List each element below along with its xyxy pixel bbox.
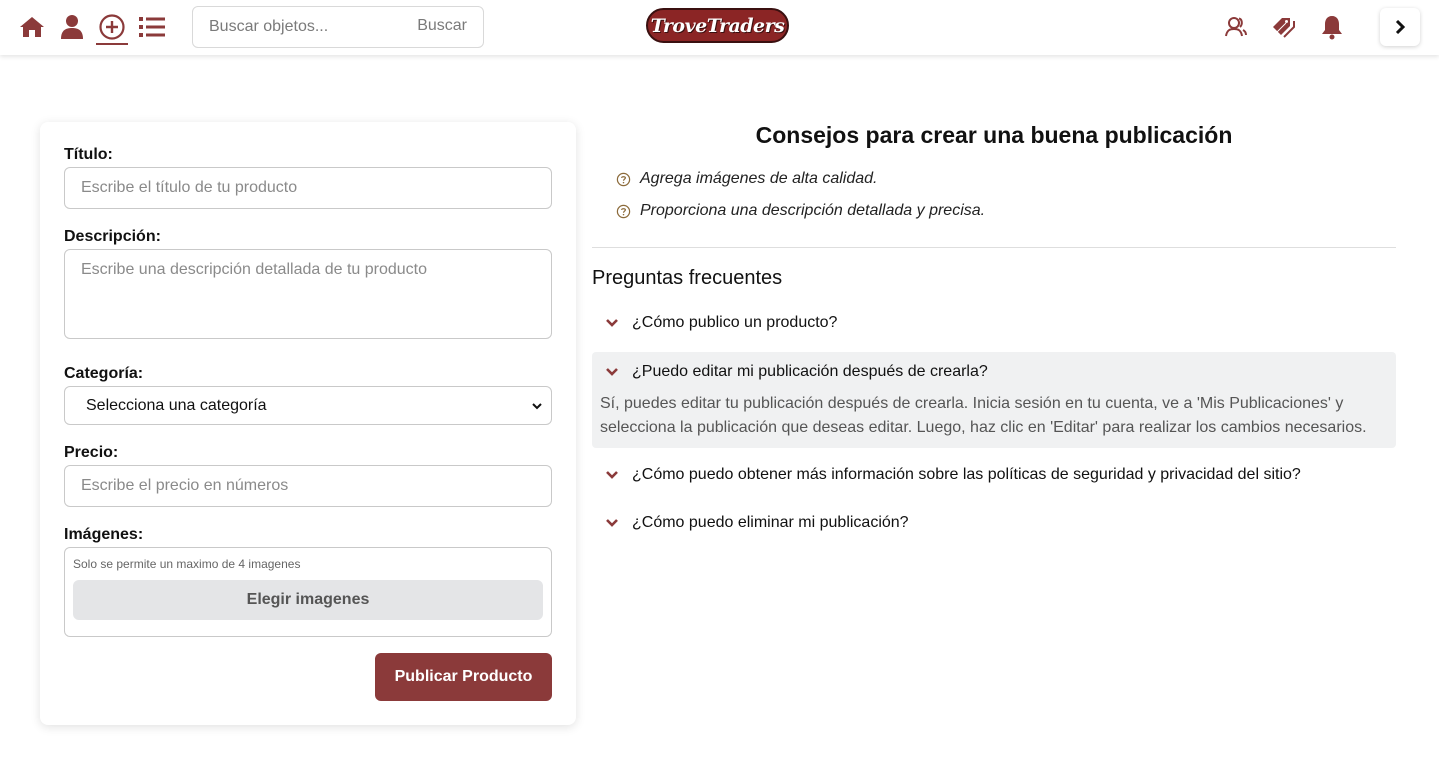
add-circle-icon[interactable]	[96, 14, 128, 45]
search-button[interactable]: Buscar	[417, 17, 467, 35]
title-label: Título:	[64, 146, 113, 163]
home-icon[interactable]	[19, 14, 45, 40]
price-input[interactable]	[64, 465, 552, 507]
category-select[interactable]: Selecciona una categoría	[64, 386, 552, 425]
logo-text: TroveTraders	[650, 14, 785, 37]
navbar: Buscar TroveTraders	[0, 0, 1439, 55]
faq-item: ¿Cómo publico un producto?	[592, 303, 1396, 343]
images-upload-box: Solo se permite un maximo de 4 imagenes …	[64, 547, 552, 637]
faq-question-text: ¿Cómo puedo eliminar mi publicación?	[632, 514, 909, 531]
list-icon[interactable]	[139, 14, 165, 40]
question-circle-icon	[616, 172, 631, 186]
chevron-right-icon[interactable]	[1380, 8, 1420, 46]
faq-question-text: ¿Cómo puedo obtener más información sobr…	[632, 466, 1301, 483]
tag-icon[interactable]	[1271, 14, 1297, 40]
tip-text: Agrega imágenes de alta calidad.	[640, 170, 878, 187]
tips-title: Consejos para crear una buena publicació…	[755, 122, 1233, 148]
faq-question-text: ¿Cómo publico un producto?	[632, 314, 838, 331]
tip-item: Proporciona una descripción detallada y …	[616, 202, 985, 220]
logo[interactable]: TroveTraders	[646, 8, 789, 43]
faq-question[interactable]: ¿Cómo puedo eliminar mi publicación?	[592, 503, 1396, 543]
description-textarea[interactable]	[64, 249, 552, 339]
chevron-down-icon	[606, 519, 618, 527]
chevron-down-icon	[531, 399, 543, 417]
users-icon[interactable]	[1223, 14, 1249, 40]
faq-item: ¿Cómo puedo eliminar mi publicación?	[592, 503, 1396, 543]
publish-product-button[interactable]: Publicar Producto	[375, 653, 552, 701]
tip-text: Proporciona una descripción detallada y …	[640, 202, 986, 219]
faq-question[interactable]: ¿Cómo puedo obtener más información sobr…	[592, 455, 1396, 495]
title-input[interactable]	[64, 167, 552, 209]
divider	[592, 247, 1396, 248]
images-note: Solo se permite un maximo de 4 imagenes	[73, 557, 301, 571]
faq-question[interactable]: ¿Puedo editar mi publicación después de …	[592, 352, 1396, 392]
category-label: Categoría:	[64, 365, 144, 382]
chevron-down-icon	[606, 319, 618, 327]
images-label: Imágenes:	[64, 526, 144, 543]
faq-question[interactable]: ¿Cómo publico un producto?	[592, 303, 1396, 343]
search-input[interactable]	[209, 17, 409, 37]
tip-item: Agrega imágenes de alta calidad.	[616, 170, 878, 188]
faq-item-expanded: ¿Puedo editar mi publicación después de …	[592, 352, 1396, 448]
bell-icon[interactable]	[1319, 14, 1345, 40]
faq-question-text: ¿Puedo editar mi publicación después de …	[632, 363, 988, 380]
chevron-down-icon	[606, 471, 618, 479]
choose-images-button[interactable]: Elegir imagenes	[73, 580, 543, 620]
chevron-down-icon	[606, 368, 618, 376]
faq-answer: Sí, puedes editar tu publicación después…	[600, 395, 1367, 436]
price-label: Precio:	[64, 444, 119, 461]
publish-form: Título: Descripción: Categoría: Seleccio…	[40, 122, 576, 725]
user-icon[interactable]	[59, 14, 85, 40]
question-circle-icon	[616, 204, 631, 218]
faq-item: ¿Cómo puedo obtener más información sobr…	[592, 455, 1396, 495]
search-box: Buscar	[192, 6, 484, 48]
faq-title: Preguntas frecuentes	[592, 267, 783, 289]
description-label: Descripción:	[64, 228, 161, 245]
category-selected-value: Selecciona una categoría	[86, 396, 267, 414]
